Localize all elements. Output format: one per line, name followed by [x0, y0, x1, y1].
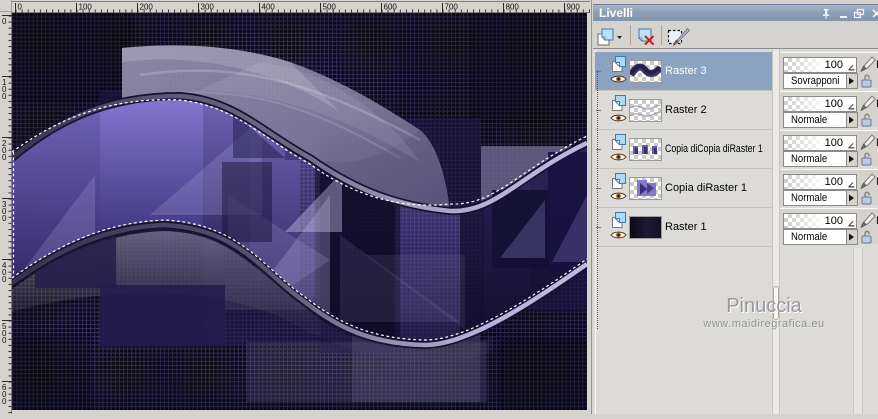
- svg-text:0: 0: [2, 336, 7, 345]
- svg-text:800: 800: [506, 3, 520, 12]
- svg-text:300: 300: [201, 3, 215, 12]
- svg-text:200: 200: [140, 3, 154, 12]
- svg-text:0: 0: [2, 214, 7, 223]
- svg-text:400: 400: [262, 3, 276, 12]
- svg-text:0: 0: [18, 3, 23, 12]
- svg-text:100: 100: [79, 3, 93, 12]
- svg-text:500: 500: [323, 3, 337, 12]
- svg-text:600: 600: [384, 3, 398, 12]
- svg-text:0: 0: [2, 397, 7, 406]
- svg-text:900: 900: [567, 3, 581, 12]
- svg-text:0: 0: [2, 92, 7, 101]
- svg-text:700: 700: [445, 3, 459, 12]
- svg-text:0: 0: [2, 153, 7, 162]
- svg-text:0: 0: [2, 275, 7, 284]
- svg-text:0: 0: [2, 17, 7, 26]
